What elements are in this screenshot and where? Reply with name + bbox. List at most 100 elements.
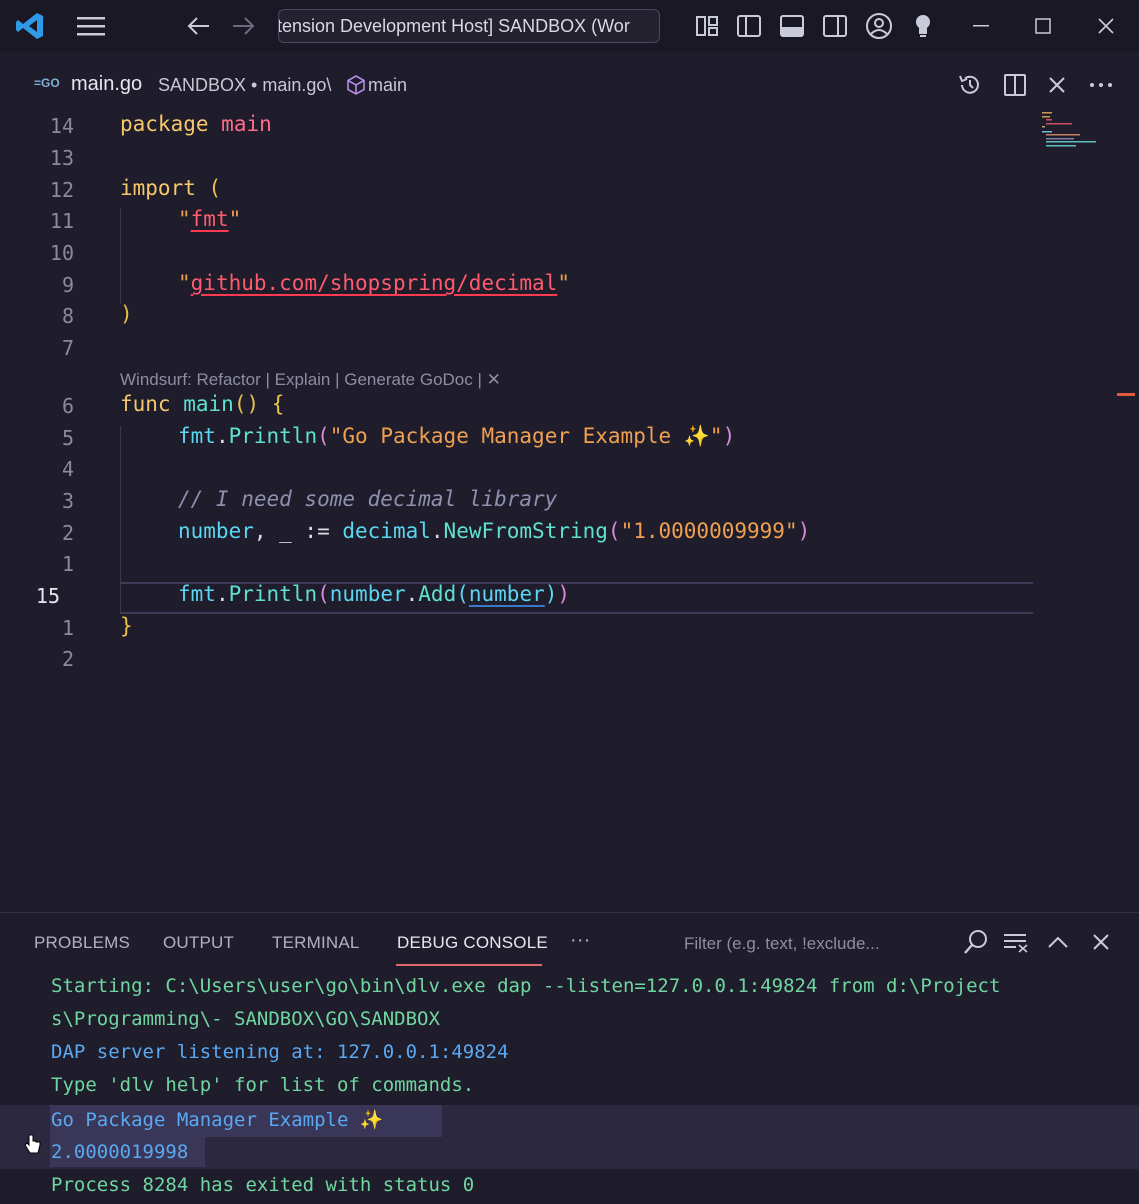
token-bracket: ( bbox=[456, 582, 469, 606]
token-bracket: ) bbox=[120, 302, 133, 326]
token-bracket: ( bbox=[208, 176, 222, 200]
token-dot: . bbox=[215, 582, 229, 606]
forward-arrow-icon[interactable] bbox=[228, 0, 258, 52]
token-bracket: () bbox=[233, 392, 260, 416]
token-bracket: ) bbox=[722, 424, 736, 448]
token-bracket: ( bbox=[607, 519, 621, 543]
code-line: "github.com/shopspring/decimal" bbox=[178, 271, 570, 295]
menu-icon[interactable] bbox=[72, 0, 110, 52]
console-line: Starting: C:\Users\user\go\bin\dlv.exe d… bbox=[51, 975, 1001, 997]
token-keyword: func bbox=[120, 392, 171, 416]
token-function: NewFromString bbox=[443, 519, 608, 543]
more-tabs-icon[interactable]: ··· bbox=[570, 929, 591, 952]
token-variable: number bbox=[329, 582, 406, 606]
toggle-secondary-sidebar-icon[interactable] bbox=[820, 0, 850, 52]
line-number: 2 bbox=[61, 521, 74, 545]
token-string: " bbox=[178, 271, 191, 295]
console-line: DAP server listening at: 127.0.0.1:49824 bbox=[51, 1041, 509, 1063]
code-line: // I need some decimal library bbox=[178, 487, 557, 511]
console-line: s\Programming\- SANDBOX\GO\SANDBOX bbox=[51, 1008, 440, 1030]
console-line: 2.0000019998 bbox=[51, 1141, 189, 1163]
windsurf-codelens[interactable]: Windsurf: Refactor | Explain | Generate … bbox=[120, 370, 501, 390]
code-line: fmt.Println("Go Package Manager Example … bbox=[178, 424, 735, 449]
tab-output[interactable]: OUTPUT bbox=[163, 933, 234, 953]
line-number-current: 15 bbox=[35, 584, 60, 608]
token-bracket: { bbox=[271, 392, 285, 416]
token-bracket: ) bbox=[544, 582, 558, 606]
breadcrumb-symbol[interactable]: main bbox=[368, 75, 407, 96]
lightbulb-icon[interactable] bbox=[909, 0, 937, 52]
breadcrumb-file[interactable]: main.go bbox=[71, 73, 142, 96]
filter-input[interactable]: Filter (e.g. text, !exclude... bbox=[684, 934, 880, 954]
close-window-icon[interactable] bbox=[1091, 0, 1121, 52]
token-keyword: import bbox=[120, 176, 196, 200]
code-line: package main bbox=[120, 112, 272, 136]
token-dot: . bbox=[405, 582, 419, 606]
token-bracket: ) bbox=[557, 582, 571, 606]
timeline-history-icon[interactable] bbox=[955, 62, 985, 108]
minimap[interactable] bbox=[1040, 110, 1106, 160]
line-number: 1 bbox=[61, 616, 74, 640]
token-package: main bbox=[221, 112, 272, 136]
console-line: Type 'dlv help' for list of commands. bbox=[51, 1074, 475, 1096]
line-number: 10 bbox=[49, 241, 74, 265]
maximize-icon[interactable] bbox=[1028, 0, 1058, 52]
line-number: 14 bbox=[49, 114, 74, 138]
token-bracket: ( bbox=[317, 424, 330, 448]
tab-terminal[interactable]: TERMINAL bbox=[272, 933, 360, 953]
line-number: 6 bbox=[61, 394, 74, 418]
token-string-error: github.com/shopspring/decimal bbox=[190, 271, 558, 295]
close-panel-icon[interactable] bbox=[1087, 927, 1115, 957]
close-editor-icon[interactable] bbox=[1043, 62, 1071, 108]
token-function: Println bbox=[228, 582, 318, 606]
console-line: Process 8284 has exited with status 0 bbox=[51, 1174, 475, 1196]
code-editor[interactable]: 14 13 12 11 10 9 8 7 6 5 4 3 2 1 15 1 2 … bbox=[0, 110, 1139, 910]
token-comment: // I need some decimal library bbox=[178, 487, 558, 511]
token-variable: number bbox=[468, 582, 545, 606]
search-icon[interactable] bbox=[962, 927, 990, 957]
token-package: fmt bbox=[178, 582, 216, 606]
maximize-panel-chevron-up-icon[interactable] bbox=[1044, 927, 1072, 957]
line-number: 5 bbox=[61, 426, 74, 450]
clear-console-icon[interactable] bbox=[1002, 927, 1030, 957]
line-number: 11 bbox=[49, 209, 74, 233]
indent-guide bbox=[120, 208, 121, 304]
title-bar: [Extension Development Host] SANDBOX (Wo… bbox=[0, 0, 1139, 52]
mouse-cursor-icon bbox=[24, 1133, 42, 1159]
command-center[interactable]: [Extension Development Host] SANDBOX (Wo… bbox=[278, 9, 660, 43]
line-number: 4 bbox=[61, 457, 74, 481]
minimize-icon[interactable] bbox=[966, 0, 996, 52]
token-bracket: ) bbox=[797, 519, 811, 543]
bottom-panel: PROBLEMS OUTPUT TERMINAL DEBUG CONSOLE ·… bbox=[0, 912, 1139, 1204]
split-editor-icon[interactable] bbox=[1000, 62, 1030, 108]
token-keyword: package bbox=[120, 112, 209, 136]
token-string: "1.0000009999" bbox=[620, 519, 798, 543]
code-line: } bbox=[120, 614, 133, 638]
token-dot: . bbox=[430, 519, 444, 543]
line-number: 2 bbox=[61, 647, 74, 671]
tab-problems[interactable]: PROBLEMS bbox=[34, 933, 130, 953]
code-line: fmt.Println(number.Add(number)) bbox=[178, 582, 570, 606]
back-arrow-icon[interactable] bbox=[184, 0, 214, 52]
line-number: 13 bbox=[49, 146, 74, 170]
code-line: import ( bbox=[120, 176, 221, 200]
vscode-logo-icon[interactable] bbox=[12, 0, 48, 52]
toggle-primary-sidebar-icon[interactable] bbox=[734, 0, 764, 52]
tab-debug-console[interactable]: DEBUG CONSOLE bbox=[397, 933, 548, 953]
breadcrumb-path[interactable]: SANDBOX • main.go\ bbox=[158, 75, 331, 96]
more-actions-icon[interactable] bbox=[1086, 62, 1116, 108]
token-string: " bbox=[178, 207, 191, 231]
token-string: " bbox=[228, 207, 242, 231]
token-string: " bbox=[557, 271, 570, 295]
code-line: "fmt" bbox=[178, 207, 241, 231]
account-icon[interactable] bbox=[863, 0, 895, 52]
token-dot: . bbox=[215, 424, 229, 448]
toggle-panel-icon[interactable] bbox=[777, 0, 807, 52]
active-tab-indicator bbox=[396, 964, 542, 966]
scrollbar-error-marker bbox=[1117, 393, 1135, 396]
token-function: main bbox=[183, 392, 234, 416]
token-function: Add bbox=[418, 582, 457, 606]
token-string: "Go Package Manager Example ✨" bbox=[329, 424, 723, 448]
line-number: 9 bbox=[61, 273, 74, 297]
customize-layout-icon[interactable] bbox=[692, 0, 722, 52]
